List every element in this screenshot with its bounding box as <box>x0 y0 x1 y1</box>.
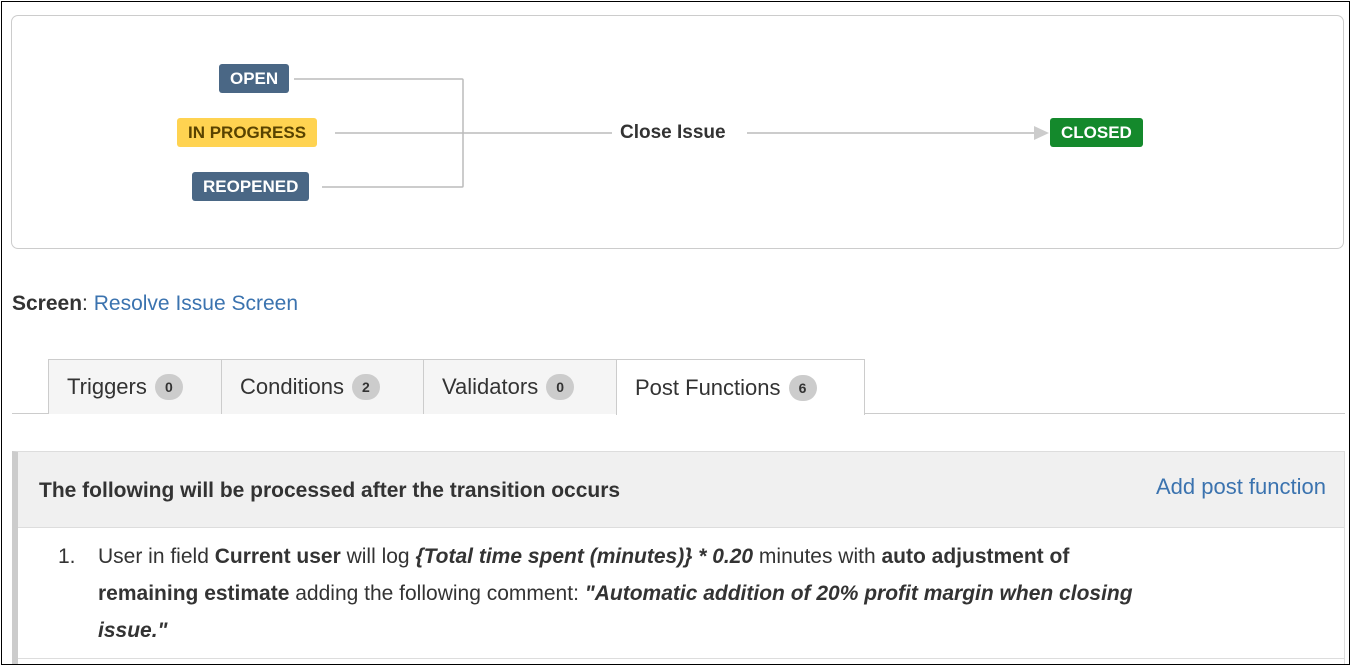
description-text: minutes with <box>753 545 882 568</box>
add-post-function-link[interactable]: Add post function <box>1156 474 1326 500</box>
tab-triggers-label: Triggers <box>67 374 147 399</box>
post-functions-panel: The following will be processed after th… <box>12 451 1345 664</box>
page-frame: OPEN IN PROGRESS REOPENED Close Issue CL… <box>1 1 1350 665</box>
tab-triggers[interactable]: Triggers 0 <box>48 359 222 414</box>
status-in-progress-lozenge: IN PROGRESS <box>177 118 318 147</box>
workflow-transition-diagram: OPEN IN PROGRESS REOPENED Close Issue CL… <box>11 15 1344 249</box>
arrow-head-icon <box>1034 126 1049 140</box>
tab-validators-count: 0 <box>546 374 575 400</box>
description-text: will log <box>340 545 416 568</box>
description-expression: {Total time spent (minutes)} * 0.20 <box>415 545 754 568</box>
description-text: adding the following comment: <box>289 582 585 605</box>
transition-tabs: Triggers 0 Conditions 2 Validators 0 Pos… <box>12 359 1345 415</box>
description-field: Current user <box>214 545 341 568</box>
tab-conditions-count: 2 <box>351 374 380 400</box>
tab-conditions-label: Conditions <box>240 374 344 399</box>
list-item-number: 1. <box>58 545 76 568</box>
panel-header: The following will be processed after th… <box>18 452 1344 528</box>
post-function-description: User in field Current user will log {Tot… <box>98 538 1158 649</box>
resolve-issue-screen-link[interactable]: Resolve Issue Screen <box>94 292 298 315</box>
tab-validators[interactable]: Validators 0 <box>423 359 617 414</box>
tab-triggers-count: 0 <box>154 374 183 400</box>
tab-post-functions-label: Post Functions <box>635 374 781 400</box>
status-reopened-lozenge: REOPENED <box>192 172 310 201</box>
screen-info: Screen: Resolve Issue Screen <box>12 292 298 316</box>
panel-title: The following will be processed after th… <box>39 479 621 502</box>
tab-post-functions[interactable]: Post Functions 6 <box>616 359 865 415</box>
tab-conditions[interactable]: Conditions 2 <box>221 359 424 414</box>
status-closed-lozenge: CLOSED <box>1050 118 1143 147</box>
screen-separator: : <box>82 292 88 315</box>
tab-validators-label: Validators <box>442 374 539 399</box>
tab-post-functions-count: 6 <box>788 374 817 401</box>
status-open-lozenge: OPEN <box>219 64 290 93</box>
description-text: User in field <box>98 545 215 568</box>
transition-name: Close Issue <box>612 122 734 144</box>
list-item: 1. User in field Current user will log {… <box>58 538 1158 649</box>
divider <box>18 658 1344 659</box>
screen-label: Screen <box>12 292 83 315</box>
post-function-list: 1. User in field Current user will log {… <box>58 538 1158 649</box>
